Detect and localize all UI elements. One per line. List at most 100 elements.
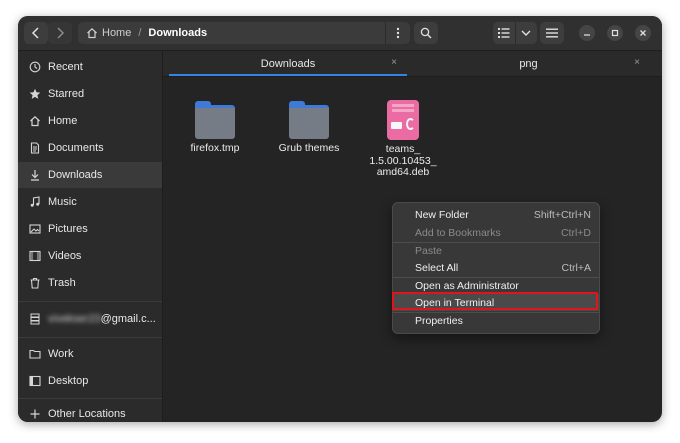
sidebar-item-label: Music [48, 196, 77, 208]
vertical-dots-icon [396, 27, 400, 39]
sidebar-item-trash[interactable]: Trash [18, 270, 162, 296]
maximize-icon [611, 29, 619, 37]
menu-item-new-folder[interactable]: New Folder Shift+Ctrl+N [393, 206, 599, 223]
tab-bar: Downloads × png × [163, 51, 662, 77]
sidebar-item-documents[interactable]: Documents [18, 135, 162, 161]
desktop-icon [28, 374, 42, 388]
sidebar-item-label: Documents [48, 142, 104, 154]
sidebar-divider [18, 337, 162, 338]
tab-label: png [519, 57, 538, 70]
chevron-right-icon [57, 27, 65, 39]
home-icon [87, 27, 97, 39]
sidebar-item-label: Work [48, 348, 74, 360]
list-view-button[interactable] [493, 22, 515, 44]
sidebar: Recent Starred Home Documents Downloads … [18, 51, 163, 422]
sidebar-item-label: Recent [48, 61, 83, 73]
list-view-icon [497, 28, 510, 38]
menu-item-add-to-bookmarks: Add to Bookmarks Ctrl+D [415, 226, 591, 239]
path-menu-button[interactable] [385, 22, 410, 44]
file-name: firefox.tmp [190, 142, 240, 154]
sidebar-item-label: Downloads [48, 169, 103, 181]
header-bar: Home / Downloads [18, 16, 662, 51]
sidebar-item-work[interactable]: Work [18, 341, 162, 367]
path-bar[interactable]: Home / Downloads [78, 22, 410, 44]
clock-icon [28, 60, 42, 74]
back-button[interactable] [24, 22, 48, 44]
sidebar-item-other-locations[interactable]: Other Locations [18, 401, 162, 422]
view-options-button[interactable] [514, 22, 538, 44]
context-menu: New Folder Shift+Ctrl+N Add to Bookmarks… [392, 202, 600, 334]
menu-item-select-all[interactable]: Select All Ctrl+A [393, 259, 599, 276]
breadcrumb-home[interactable]: Home / [86, 27, 148, 39]
sidebar-item-label: Home [48, 115, 78, 127]
sidebar-item-label: Starred [48, 88, 85, 100]
file-name: Grub themes [278, 142, 340, 154]
menu-shortcut: Ctrl+D [560, 226, 591, 239]
close-icon [640, 30, 646, 36]
file-item-teams-deb[interactable]: teams_ 1.5.00.10453_ amd64.deb [363, 100, 443, 179]
account-name-blurred: vivekser23 [48, 313, 101, 325]
search-icon [420, 27, 432, 39]
plus-icon [28, 407, 42, 421]
menu-item-open-as-administrator[interactable]: Open as Administrator [393, 277, 599, 294]
minimize-button[interactable] [579, 25, 595, 41]
view-toggle-group [493, 22, 537, 44]
folder-icon [289, 101, 329, 139]
breadcrumb-downloads[interactable]: Downloads [148, 27, 207, 39]
sidebar-item-label: Trash [48, 277, 76, 289]
breadcrumb-separator: / [138, 27, 142, 39]
document-icon [28, 141, 42, 155]
video-icon [28, 249, 42, 263]
sidebar-item-pictures[interactable]: Pictures [18, 216, 162, 242]
sidebar-item-label: Desktop [48, 375, 89, 387]
file-name-line: teams_ [385, 143, 421, 155]
chevron-left-icon [31, 27, 39, 39]
search-button[interactable] [414, 22, 438, 44]
close-button[interactable] [635, 25, 651, 41]
account-email-suffix: @gmail.c... [100, 313, 156, 325]
breadcrumb-downloads-label: Downloads [148, 27, 208, 39]
sidebar-item-starred[interactable]: Starred [18, 81, 162, 107]
sidebar-divider [18, 301, 162, 302]
breadcrumb-home-label: Home [102, 27, 132, 39]
menu-shortcut: Shift+Ctrl+N [533, 208, 591, 221]
picture-icon [28, 222, 42, 236]
forward-button[interactable] [48, 22, 72, 44]
download-icon [28, 168, 42, 182]
deb-package-icon [387, 100, 419, 140]
hamburger-menu-icon [546, 28, 558, 38]
tab-downloads[interactable]: Downloads × [169, 51, 407, 76]
tab-label: Downloads [260, 57, 316, 70]
sidebar-item-music[interactable]: Music [18, 189, 162, 215]
file-manager-window: Home / Downloads Recent Starred Home Doc… [18, 16, 662, 422]
folder-icon [28, 347, 42, 361]
minimize-icon [584, 34, 590, 36]
menu-item-paste: Paste [415, 244, 442, 257]
music-icon [28, 195, 42, 209]
tab-png[interactable]: png × [407, 51, 650, 76]
sidebar-item-account[interactable]: vivekser23@gmail.c... [18, 306, 162, 332]
sidebar-item-downloads[interactable]: Downloads [18, 162, 162, 188]
menu-item-open-in-terminal[interactable]: Open in Terminal [393, 294, 599, 311]
file-item-firefox-tmp[interactable]: firefox.tmp [175, 101, 255, 155]
folder-icon [195, 101, 235, 139]
sidebar-item-home[interactable]: Home [18, 108, 162, 134]
tab-close-icon[interactable]: × [391, 57, 397, 68]
menu-shortcut: Ctrl+A [561, 261, 591, 274]
maximize-button[interactable] [607, 25, 623, 41]
main-menu-button[interactable] [540, 22, 564, 44]
menu-item-properties[interactable]: Properties [393, 312, 599, 329]
tab-close-icon[interactable]: × [634, 57, 640, 68]
sidebar-item-label: Other Locations [48, 408, 126, 420]
file-item-grub-themes[interactable]: Grub themes [269, 101, 349, 155]
sidebar-item-desktop[interactable]: Desktop [18, 368, 162, 394]
sidebar-item-videos[interactable]: Videos [18, 243, 162, 269]
sidebar-item-label: Pictures [48, 223, 88, 235]
trash-icon [28, 276, 42, 290]
chevron-down-icon [521, 30, 531, 36]
home-icon [28, 114, 42, 128]
sidebar-divider [18, 398, 162, 399]
sidebar-item-recent[interactable]: Recent [18, 54, 162, 80]
star-icon [28, 87, 42, 101]
file-name-line: amd64.deb [376, 166, 430, 178]
